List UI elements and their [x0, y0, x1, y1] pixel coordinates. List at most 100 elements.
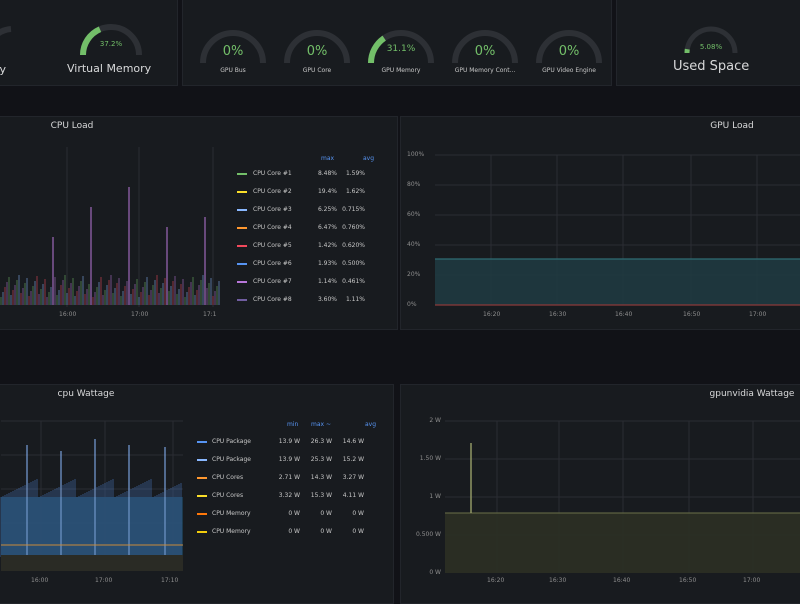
gpu-load-xtick: 17:00 — [749, 311, 767, 318]
legend-swatch — [197, 512, 207, 515]
memory-panel[interactable]: ry 37.2% Virtual Memory — [0, 0, 178, 86]
legend-name: CPU Memory — [212, 528, 251, 535]
gpu-gauge-label-4: GPU Memory Cont... — [454, 67, 516, 74]
gpu-gauge-value-1: 0% — [222, 44, 244, 59]
cpu-wattage-header-avg[interactable]: avg — [365, 421, 376, 428]
legend-name: CPU Core #1 — [253, 170, 292, 177]
cpu-wattage-legend-row[interactable]: CPU Cores 2.71 W 14.3 W 3.27 W — [197, 469, 364, 487]
legend-min: 13.9 W — [278, 456, 300, 463]
legend-max: 6.47% — [317, 224, 337, 231]
cpu-load-legend-row[interactable]: CPU Core #3 6.25% 0.715% — [237, 203, 365, 217]
legend-max: 0 W — [320, 528, 332, 535]
legend-swatch — [237, 226, 247, 229]
legend-name: CPU Cores — [212, 474, 244, 481]
cpu-wattage-panel[interactable]: cpu Wattage 16:00 17:00 17:10 min max ~ … — [0, 384, 394, 604]
legend-max: 0 W — [320, 510, 332, 517]
legend-avg: 0.500% — [342, 260, 365, 267]
cpu-wattage-xtick-2: 17:00 — [95, 577, 113, 584]
legend-name: CPU Package — [212, 456, 251, 463]
legend-max: 3.60% — [317, 296, 337, 303]
legend-min: 13.9 W — [278, 438, 300, 445]
gpu-load-xtick: 16:20 — [483, 311, 501, 318]
gpu-load-xtick: 16:40 — [615, 311, 633, 318]
cpu-load-legend-row[interactable]: CPU Core #5 1.42% 0.620% — [237, 239, 365, 253]
cpu-wattage-legend-row[interactable]: CPU Package 13.9 W 25.3 W 15.2 W — [197, 451, 364, 469]
gpu-wattage-panel[interactable]: gpunvidia Wattage 2 W 1.50 W1 W 0.500 W0 W… — [400, 384, 800, 604]
legend-name: CPU Core #6 — [253, 260, 292, 267]
cpu-load-legend-row[interactable]: CPU Core #7 1.14% 0.461% — [237, 275, 365, 289]
legend-name: CPU Core #5 — [253, 242, 292, 249]
cpu-load-legend-row[interactable]: CPU Core #4 6.47% 0.760% — [237, 221, 365, 235]
gpu-gauge-value-5: 0% — [558, 44, 580, 59]
legend-max: 25.3 W — [310, 456, 332, 463]
legend-avg: 0 W — [352, 528, 364, 535]
legend-avg: 1.59% — [345, 170, 365, 177]
legend-min: 0 W — [288, 528, 300, 535]
legend-swatch — [237, 244, 247, 247]
legend-max: 26.3 W — [310, 438, 332, 445]
gpu-gauge-value-3: 31.1% — [386, 44, 416, 54]
gpu-wattage-xtick: 16:20 — [487, 577, 505, 584]
legend-name: CPU Cores — [212, 492, 244, 499]
virtual-memory-label: Virtual Memory — [67, 62, 152, 75]
gpu-gauge-2 — [284, 30, 350, 64]
virtual-memory-gauge — [79, 24, 142, 56]
legend-avg: 0.620% — [342, 242, 365, 249]
cpu-load-header-max[interactable]: max — [321, 155, 334, 162]
cpu-load-panel[interactable]: CPU Load 16:00 17:00 17:1 max avg CPU Co… — [0, 116, 398, 330]
gpu-gauge-1 — [200, 30, 266, 64]
legend-min: 3.32 W — [278, 492, 300, 499]
legend-name: CPU Core #8 — [253, 296, 292, 303]
legend-swatch — [237, 262, 247, 265]
legend-swatch — [197, 476, 207, 479]
memory-label: ry — [0, 63, 7, 76]
gpu-gauge-3 — [367, 30, 434, 64]
gpu-gauge-value-4: 0% — [474, 44, 496, 59]
cpu-load-legend-row[interactable]: CPU Core #1 8.48% 1.59% — [237, 167, 365, 181]
cpu-load-xtick-3: 17:1 — [203, 311, 217, 318]
gpu-gauge-label-3: GPU Memory — [381, 67, 421, 74]
legend-avg: 0.715% — [342, 206, 365, 213]
legend-swatch — [197, 440, 207, 443]
cpu-load-header-avg[interactable]: avg — [363, 155, 374, 162]
gpu-load-xtick: 16:50 — [683, 311, 701, 318]
legend-avg: 0.760% — [342, 224, 365, 231]
gpu-load-plot — [435, 154, 800, 306]
legend-max: 19.4% — [317, 188, 337, 195]
used-space-panel[interactable]: 5.08% Used Space — [616, 0, 800, 86]
legend-avg: 4.11 W — [342, 492, 364, 499]
legend-max: 15.3 W — [310, 492, 332, 499]
legend-name: CPU Core #2 — [253, 188, 292, 195]
cpu-wattage-legend-row[interactable]: CPU Memory 0 W 0 W 0 W — [197, 505, 364, 523]
cpu-load-legend-row[interactable]: CPU Core #8 3.60% 1.11% — [237, 293, 365, 307]
gpu-gauge-label-2: GPU Core — [302, 67, 332, 74]
cpu-wattage-header-max[interactable]: max ~ — [311, 421, 331, 428]
gpu-load-xtick: 16:30 — [549, 311, 567, 318]
legend-name: CPU Package — [212, 438, 251, 445]
cpu-wattage-legend-row[interactable]: CPU Memory 0 W 0 W 0 W — [197, 523, 364, 541]
legend-swatch — [237, 172, 247, 175]
gpu-gauges-panel[interactable]: 0% GPU Bus 0% GPU Core 31.1% GPU Memory 0% GPU … — [182, 0, 612, 86]
legend-swatch — [237, 208, 247, 211]
legend-min: 2.71 W — [278, 474, 300, 481]
cpu-load-plot — [0, 147, 220, 307]
legend-avg: 15.2 W — [342, 456, 364, 463]
cpu-wattage-legend-row[interactable]: CPU Package 13.9 W 26.3 W 14.6 W — [197, 433, 364, 451]
legend-swatch — [237, 298, 247, 301]
gpu-load-panel[interactable]: GPU Load 100% 80% 60% 40% 20% 0% 16:20 16:30 16… — [400, 116, 800, 330]
legend-avg: 0.461% — [342, 278, 365, 285]
cpu-wattage-xtick-1: 16:00 — [31, 577, 49, 584]
cpu-wattage-header-min[interactable]: min — [287, 421, 298, 428]
legend-avg: 3.27 W — [342, 474, 364, 481]
used-space-label: Used Space — [673, 59, 750, 74]
legend-swatch — [237, 280, 247, 283]
legend-avg: 14.6 W — [342, 438, 364, 445]
legend-max: 1.93% — [317, 260, 337, 267]
cpu-load-legend-row[interactable]: CPU Core #2 19.4% 1.62% — [237, 185, 365, 199]
cpu-load-legend-row[interactable]: CPU Core #6 1.93% 0.500% — [237, 257, 365, 271]
cpu-wattage-plot — [0, 420, 183, 571]
gpu-gauge-value-2: 0% — [306, 44, 328, 59]
cpu-wattage-legend-row[interactable]: CPU Cores 3.32 W 15.3 W 4.11 W — [197, 487, 364, 505]
virtual-memory-value: 37.2% — [99, 40, 123, 48]
legend-max: 1.14% — [317, 278, 337, 285]
